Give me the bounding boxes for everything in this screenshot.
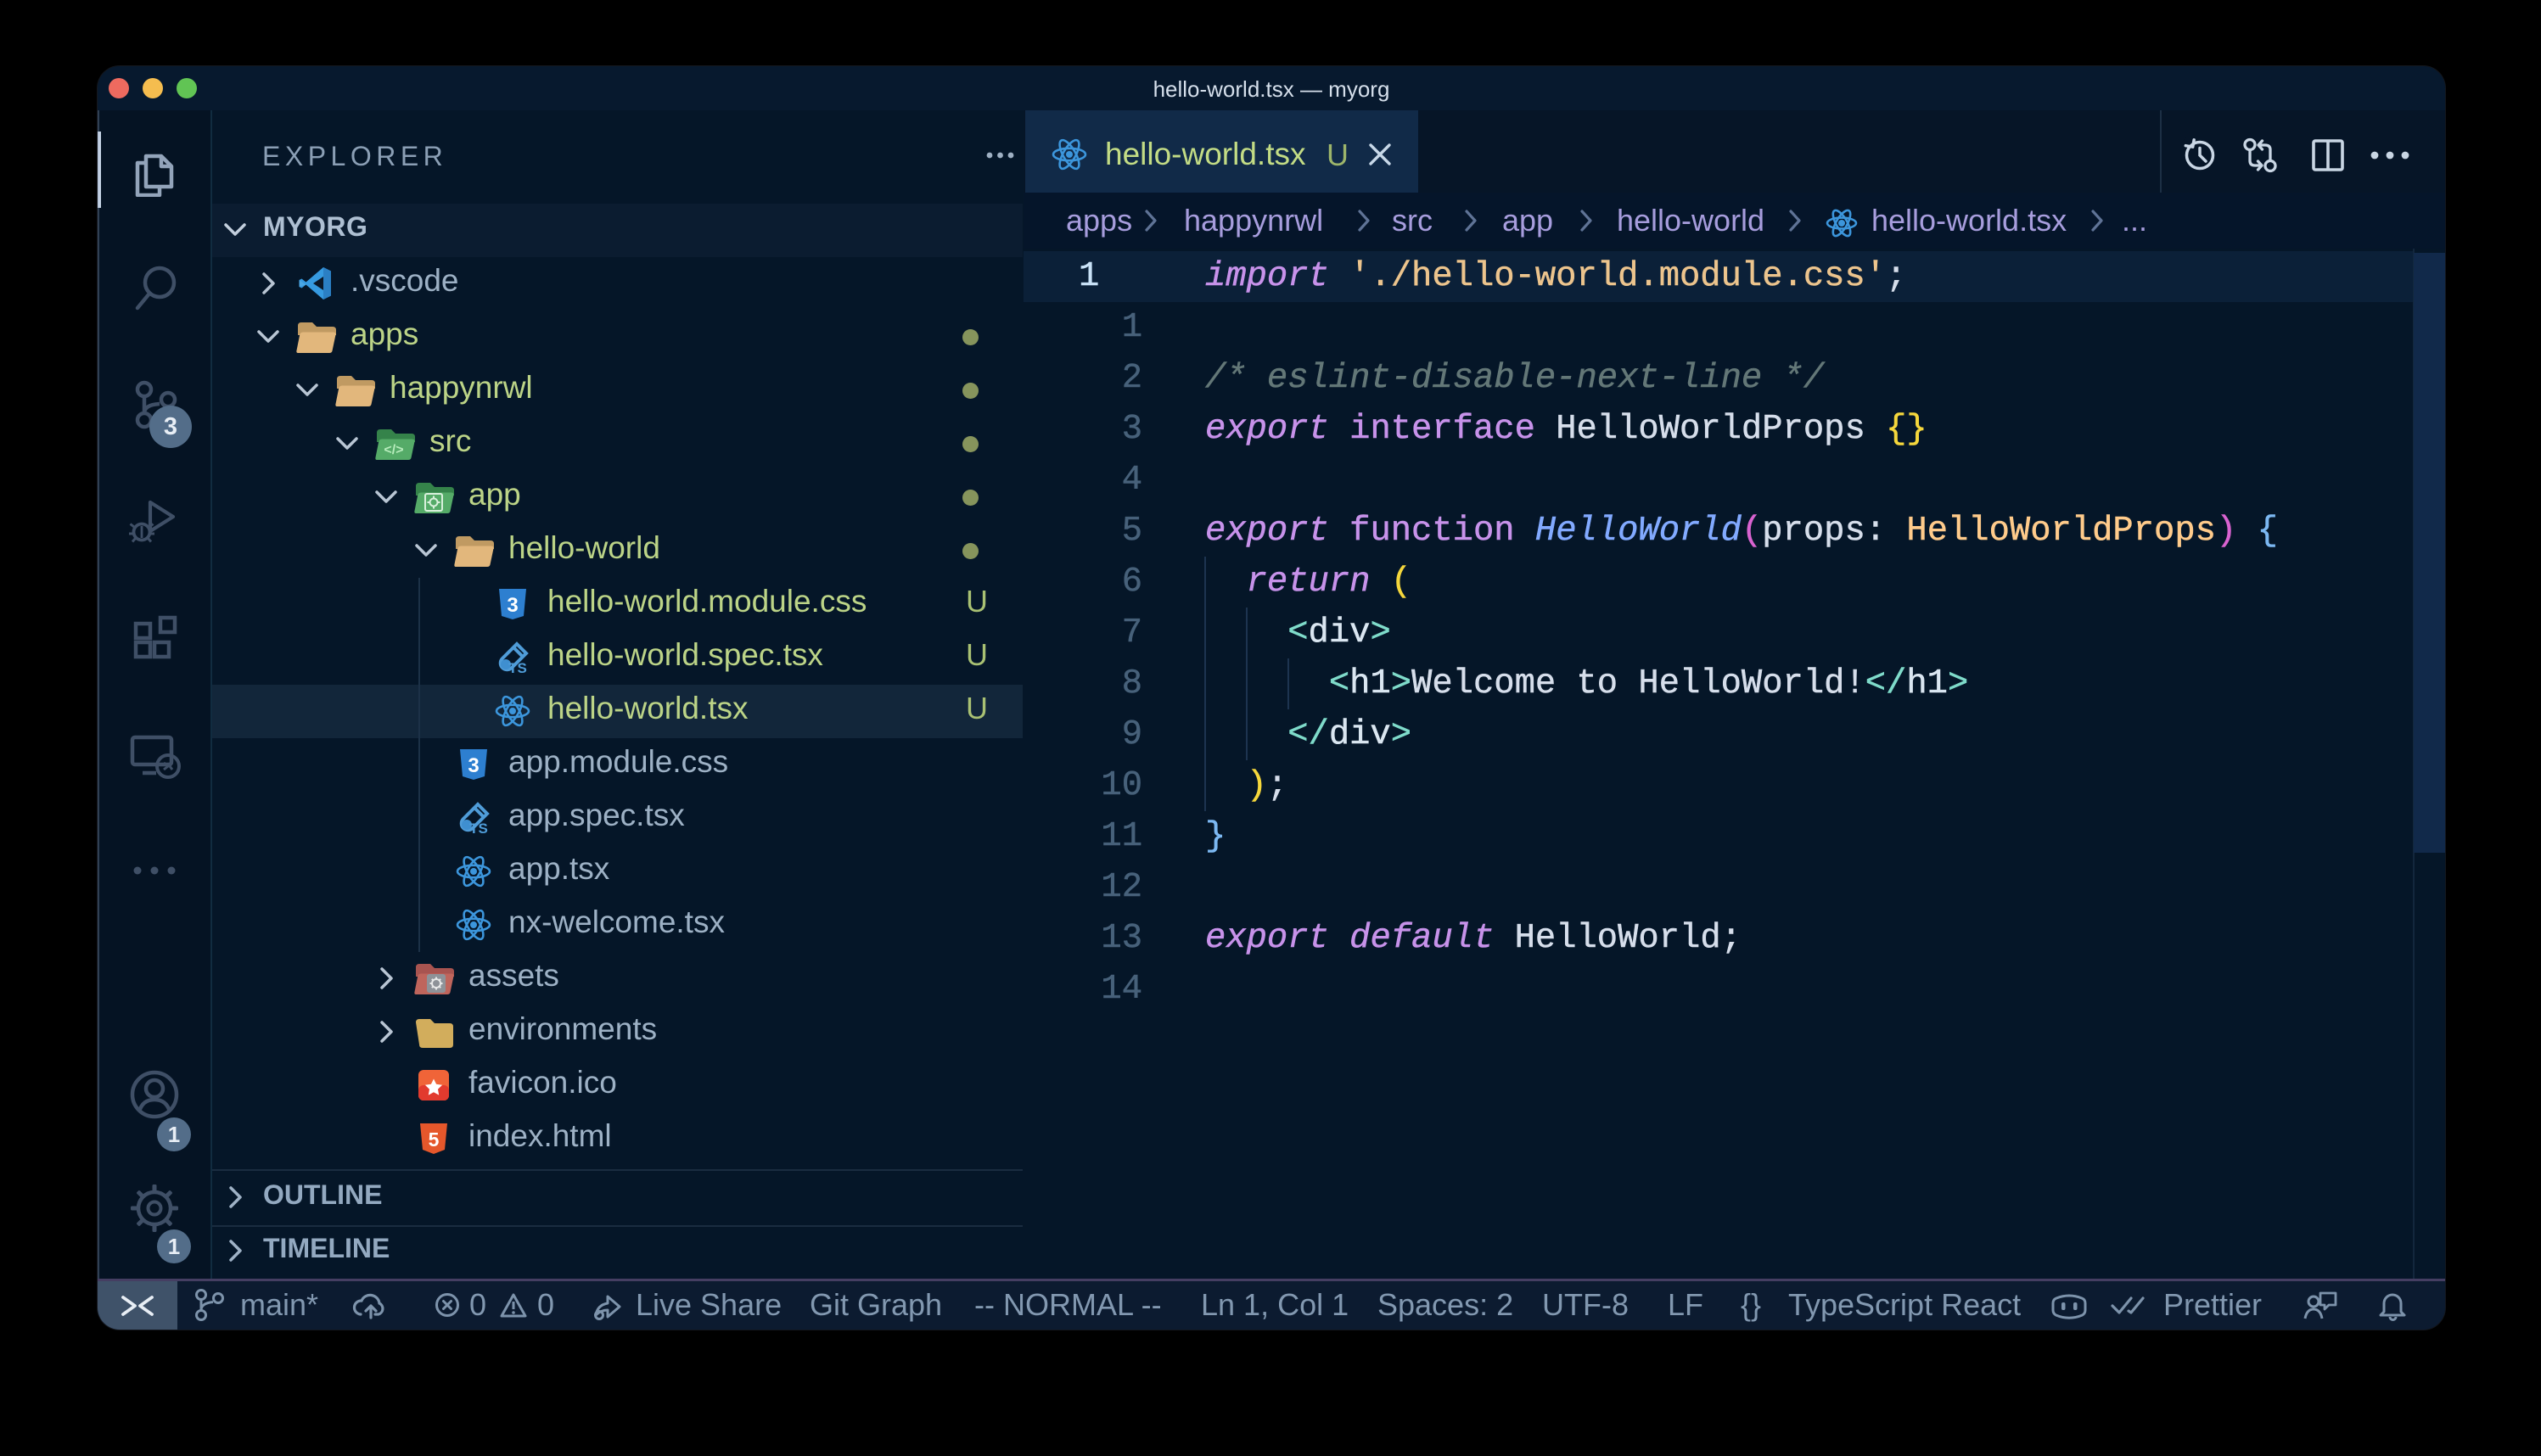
svg-text:5: 5 [429,1128,440,1151]
svg-text:3: 3 [468,754,479,777]
svg-text:</>: </> [384,443,403,457]
svg-text:TS: TS [508,660,527,676]
svg-text:TS: TS [469,820,488,837]
svg-text:3: 3 [507,594,518,617]
